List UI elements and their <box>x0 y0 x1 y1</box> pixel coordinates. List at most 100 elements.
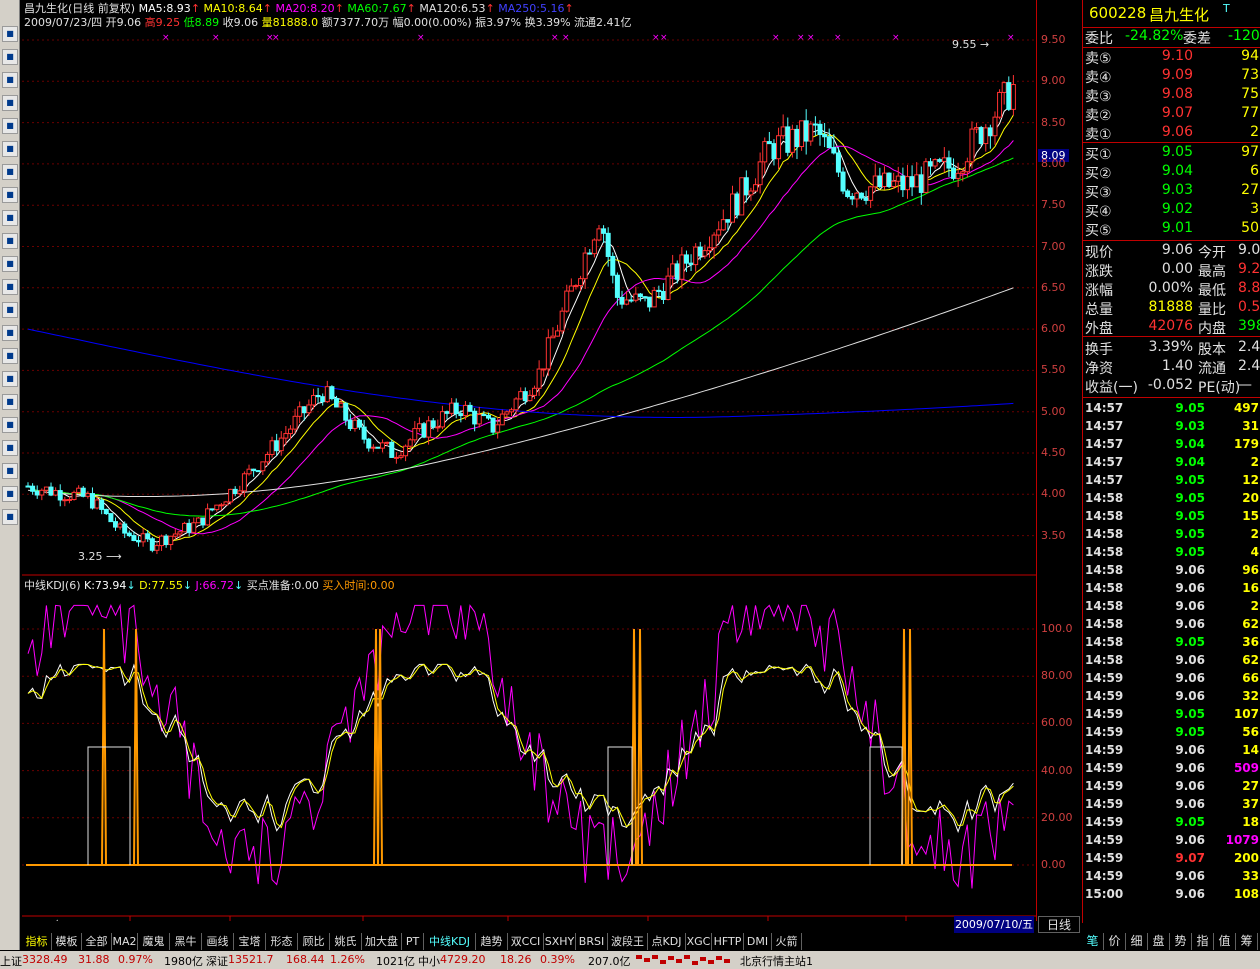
pencil-icon[interactable]: ■ <box>2 440 18 456</box>
tick-cell: 66 <box>1242 671 1259 685</box>
wave-icon[interactable]: ■ <box>2 302 18 318</box>
candle-body <box>389 441 395 458</box>
tab-10[interactable]: 顾比 <box>298 933 330 950</box>
candle-body <box>246 468 252 475</box>
up-arrow-icon[interactable]: ■ <box>2 486 18 502</box>
tab-8[interactable]: 宝塔 <box>234 933 266 950</box>
refresh-icon[interactable]: ■ <box>2 348 18 364</box>
tick-cell: 4 <box>1250 545 1259 559</box>
cell: 9.09 <box>1161 67 1193 83</box>
text-icon[interactable]: ■ <box>2 187 18 203</box>
tab-5[interactable]: 魔鬼 <box>138 933 170 950</box>
panel-tab-1[interactable]: 笔 <box>1082 933 1104 950</box>
tab-7[interactable]: 画线 <box>202 933 234 950</box>
panel-divider <box>1083 336 1260 337</box>
tick-row: 14:58 9.06 16 <box>1083 580 1260 598</box>
tab-22[interactable]: HFTP <box>712 933 744 950</box>
tab-11[interactable]: 姚氏 <box>330 933 362 950</box>
globe-icon[interactable]: ■ <box>2 233 18 249</box>
tick-row: 14:58 9.05 2 <box>1083 526 1260 544</box>
kline-chart[interactable]: 2008年1234567××××××××××××××× 9.55 →3.25 ⟶ <box>22 0 1036 921</box>
tab-21[interactable]: XGC <box>686 933 712 950</box>
tick-cell: 20 <box>1242 491 1259 505</box>
tab-12[interactable]: 加大盘 <box>362 933 402 950</box>
cell: 97 <box>1241 144 1259 160</box>
candle-body <box>559 310 565 332</box>
price-axis-label: 9.50 <box>1041 33 1066 46</box>
sz-change: 168.44 <box>286 953 325 966</box>
price-axis-label: 6.00 <box>1041 322 1066 336</box>
event-marker: × <box>660 33 668 43</box>
candle-body <box>817 123 823 136</box>
cell: 9.10 <box>1161 48 1193 64</box>
ma60-line <box>27 157 1014 517</box>
candle-body <box>872 175 878 188</box>
table-icon[interactable]: ■ <box>2 118 18 134</box>
tab-17[interactable]: SXHY <box>544 933 576 950</box>
tab-15[interactable]: 趋势 <box>476 933 508 950</box>
tick-cell: 56 <box>1242 725 1259 739</box>
panel-tab-4[interactable]: 盘 <box>1148 933 1170 950</box>
tab-6[interactable]: 黑牛 <box>170 933 202 950</box>
x-axis-label: 1 <box>132 919 139 921</box>
tick-row: 14:58 9.06 62 <box>1083 616 1260 634</box>
candle-body <box>513 398 519 411</box>
tab-16[interactable]: 双CCI <box>508 933 544 950</box>
tab-19[interactable]: 波段王 <box>608 933 648 950</box>
tab-1[interactable]: 指标 <box>22 933 52 950</box>
move-icon[interactable]: ■ <box>2 463 18 479</box>
bsi-icon[interactable]: ■ <box>2 325 18 341</box>
tab-18[interactable]: BRSI <box>576 933 608 950</box>
panel-tab-7[interactable]: 值 <box>1214 933 1236 950</box>
stat-row: 涨幅 0.00% 最低 8.8 <box>1083 280 1260 299</box>
candle-body <box>803 120 809 142</box>
panel-tab-8[interactable]: 筹 <box>1236 933 1258 950</box>
tick-row: 14:59 9.06 509 <box>1083 760 1260 778</box>
etf-icon[interactable]: ■ <box>2 279 18 295</box>
tick-row: 14:58 9.06 62 <box>1083 652 1260 670</box>
panel-tab-3[interactable]: 细 <box>1126 933 1148 950</box>
panel-tab-6[interactable]: 指 <box>1192 933 1214 950</box>
tab-9[interactable]: 形态 <box>266 933 298 950</box>
stat-row: 外盘 42076 内盘 3981 <box>1083 318 1260 337</box>
tab-3[interactable]: 全部 <box>82 933 112 950</box>
candle-body <box>780 126 786 137</box>
line-chart-icon[interactable]: ■ <box>2 72 18 88</box>
grid-icon[interactable]: ■ <box>2 26 18 42</box>
kdj-header: 中线KDJ(6) K:73.94↓ D:77.55↓ J:66.72↓ 买点准备… <box>24 579 395 592</box>
tab-24[interactable]: 火箭 <box>772 933 802 950</box>
tick-row: 14:57 9.05 12 <box>1083 472 1260 490</box>
link-icon[interactable]: ■ <box>2 394 18 410</box>
report-icon[interactable]: ■ <box>2 141 18 157</box>
candle-body <box>578 278 584 287</box>
price-axis-label: 9.00 <box>1041 74 1066 88</box>
tick-cell: 15:00 <box>1085 887 1124 901</box>
x-axis-label: 2 <box>232 919 239 921</box>
candle-body <box>177 531 183 535</box>
candle-body <box>260 461 266 472</box>
people-icon[interactable]: ■ <box>2 210 18 226</box>
cell: 最高 <box>1198 264 1226 280</box>
kdj-axis-label: 20.00 <box>1041 810 1073 824</box>
list-icon[interactable]: ■ <box>2 49 18 65</box>
tab-14[interactable]: 中线KDJ <box>424 933 476 950</box>
cell: 卖⑤ <box>1085 51 1112 67</box>
panel-tab-2[interactable]: 价 <box>1104 933 1126 950</box>
tick-cell: 9.04 <box>1175 455 1205 469</box>
tab-13[interactable]: PT <box>402 933 424 950</box>
tab-20[interactable]: 点KDJ <box>648 933 686 950</box>
down-arrow-icon[interactable]: ■ <box>2 509 18 525</box>
tab-4[interactable]: MA2 <box>112 933 138 950</box>
cell: 卖② <box>1085 108 1112 124</box>
tab-23[interactable]: DMI <box>744 933 772 950</box>
doc-icon[interactable]: ■ <box>2 164 18 180</box>
candle-body <box>195 517 201 524</box>
tab-2[interactable]: 模板 <box>52 933 82 950</box>
tick-cell: 509 <box>1233 761 1259 775</box>
panel-tab-5[interactable]: 势 <box>1170 933 1192 950</box>
kline-icon[interactable]: ■ <box>2 95 18 111</box>
period-button[interactable]: 日线 <box>1038 916 1080 933</box>
dollar-icon[interactable]: ■ <box>2 371 18 387</box>
zoom-icon[interactable]: ■ <box>2 256 18 272</box>
import-icon[interactable]: ■ <box>2 417 18 433</box>
